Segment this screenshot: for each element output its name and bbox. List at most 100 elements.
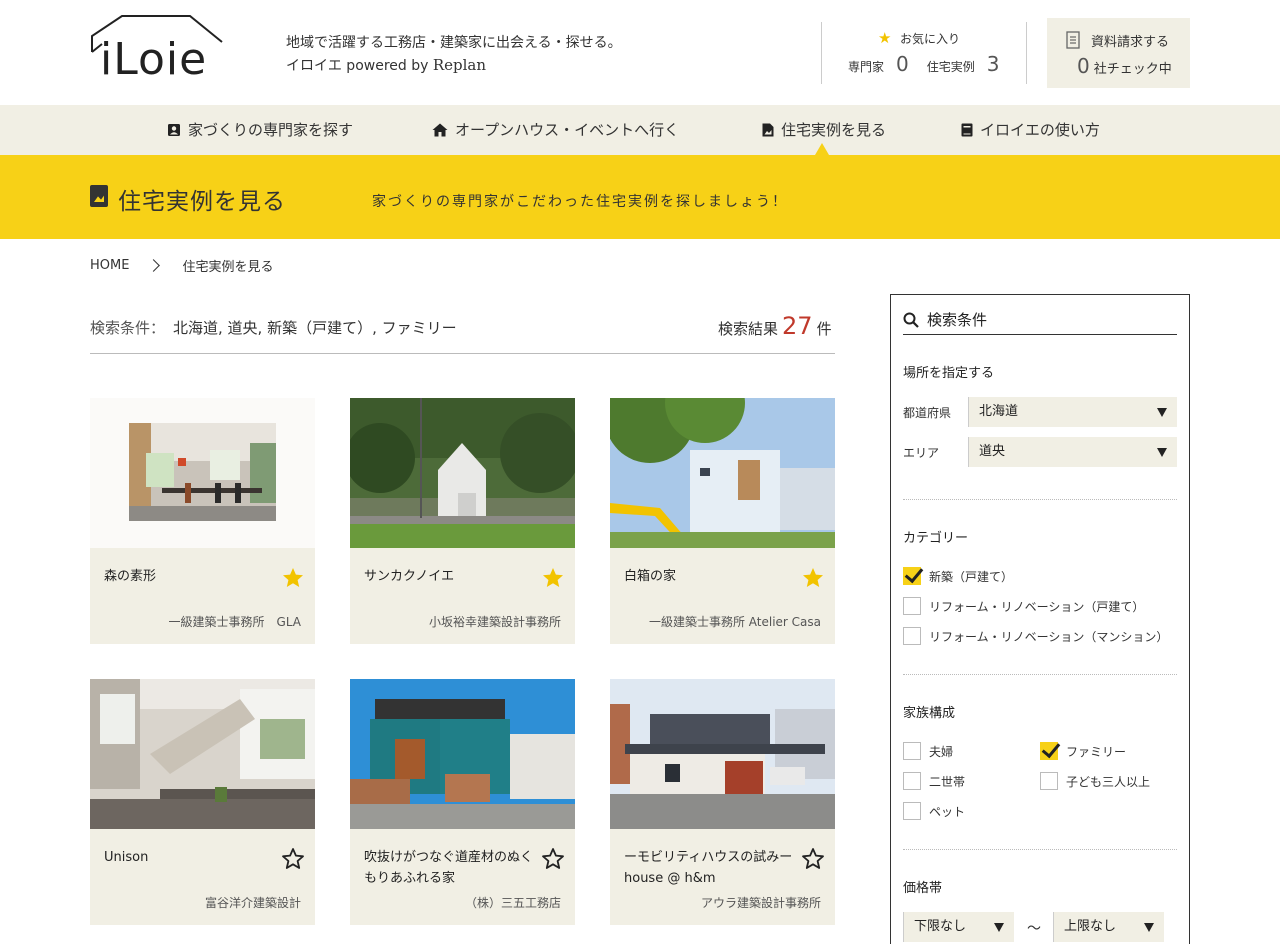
price-range-separator: 〜 <box>1027 921 1041 937</box>
case-card[interactable]: Unison 富谷洋介建築設計 <box>90 679 315 925</box>
prefecture-value: 北海道 <box>979 404 1019 419</box>
checkbox-label: リフォーム・リノベーション（戸建て） <box>929 599 1145 614</box>
case-title[interactable]: 白箱の家 <box>624 566 794 587</box>
favorite-star-outline-icon[interactable] <box>541 847 565 871</box>
checkbox-label: リフォーム・リノベーション（マンション） <box>929 629 1169 644</box>
favorite-star-icon[interactable] <box>801 566 825 590</box>
case-card[interactable]: ーモビリティハウスの試みーhouse @ h&m アウラ建築設計事務所 <box>610 679 835 925</box>
favorites-cases-label: 住宅実例 <box>926 60 975 74</box>
site-logo[interactable]: iLoie <box>90 14 224 88</box>
caret-down-icon <box>1157 408 1167 417</box>
favorite-star-outline-icon[interactable] <box>281 847 305 871</box>
tagline-brand: Replan <box>432 56 487 74</box>
checkbox-icon[interactable] <box>903 597 921 615</box>
case-card[interactable]: 吹抜けがつなぐ道産材のぬくもりあふれる家 （株）三五工務店 <box>350 679 575 925</box>
case-photo[interactable] <box>610 398 835 548</box>
case-office[interactable]: 小坂裕幸建築設計事務所 <box>429 613 561 630</box>
site-header: iLoie 地域で活躍する工務店・建築家に出会える・探せる。 イロイエ powe… <box>0 0 1280 105</box>
price-min-select[interactable]: 下限なし <box>903 912 1014 942</box>
case-title[interactable]: 森の素形 <box>104 566 274 587</box>
search-sidebar: 検索条件 場所を指定する 都道府県 北海道 エリア 道央 カテゴリー 新築（戸建… <box>890 294 1190 944</box>
nav-item-open-house[interactable]: オープンハウス・イベントへ行く <box>432 105 679 155</box>
nav-label: オープンハウス・イベントへ行く <box>455 121 680 139</box>
checkbox-label: 二世帯 <box>929 774 966 789</box>
checkbox-checked-icon[interactable] <box>1040 742 1058 760</box>
checkbox-icon[interactable] <box>903 772 921 790</box>
family-checkbox-family[interactable]: ファミリー <box>1040 742 1126 760</box>
page-title: 住宅実例を見る <box>118 189 286 215</box>
case-photo[interactable] <box>90 679 315 829</box>
case-office[interactable]: 一級建築士事務所 Atelier Casa <box>649 613 821 630</box>
family-checkbox-pet[interactable]: ペット <box>903 802 965 820</box>
case-card-body: 白箱の家 一級建築士事務所 Atelier Casa <box>610 548 835 644</box>
case-photo[interactable] <box>350 398 575 548</box>
search-conditions-summary: 検索条件： 北海道, 道央, 新築（戸建て）, ファミリー <box>90 317 457 338</box>
nav-item-find-experts[interactable]: 家づくりの専門家を探す <box>167 105 353 155</box>
prefecture-select[interactable]: 北海道 <box>968 397 1177 427</box>
favorites-experts-label: 専門家 <box>848 60 885 74</box>
search-icon <box>903 312 919 328</box>
case-office[interactable]: （株）三五工務店 <box>465 894 561 911</box>
person-card-icon <box>168 124 180 136</box>
favorites-cases-count: 3 <box>986 52 1000 76</box>
nav-item-how-to-use[interactable]: イロイエの使い方 <box>961 105 1100 155</box>
checkbox-label: 新築（戸建て） <box>929 569 1014 584</box>
case-card-body: ーモビリティハウスの試みーhouse @ h&m アウラ建築設計事務所 <box>610 829 835 925</box>
case-title[interactable]: 吹抜けがつなぐ道産材のぬくもりあふれる家 <box>364 847 534 889</box>
checkbox-checked-icon[interactable] <box>903 567 921 585</box>
category-checkbox-new-house[interactable]: 新築（戸建て） <box>903 567 1013 585</box>
favorite-star-outline-icon[interactable] <box>801 847 825 871</box>
favorites-title: ★ お気に入り <box>878 30 960 47</box>
main-nav: 家づくりの専門家を探す オープンハウス・イベントへ行く 住宅実例を見る イロイエ… <box>0 105 1280 155</box>
checkbox-icon[interactable] <box>1040 772 1058 790</box>
favorite-star-icon[interactable] <box>541 566 565 590</box>
case-office[interactable]: 富谷洋介建築設計 <box>205 894 301 911</box>
case-photo[interactable] <box>610 679 835 829</box>
case-photo[interactable] <box>350 679 575 829</box>
price-max-select[interactable]: 上限なし <box>1053 912 1164 942</box>
case-card-body: Unison 富谷洋介建築設計 <box>90 829 315 925</box>
caret-down-icon <box>1144 923 1154 932</box>
request-suffix: 社チェック中 <box>1093 62 1172 77</box>
caret-down-icon <box>994 923 1004 932</box>
case-card[interactable]: サンカクノイエ 小坂裕幸建築設計事務所 <box>350 398 575 644</box>
checkbox-icon[interactable] <box>903 802 921 820</box>
case-office[interactable]: 一級建築士事務所 GLA <box>169 613 301 630</box>
checkbox-icon[interactable] <box>903 742 921 760</box>
family-checkbox-couple[interactable]: 夫婦 <box>903 742 953 760</box>
case-title[interactable]: ーモビリティハウスの試みーhouse @ h&m <box>624 847 794 889</box>
result-count: 検索結果 27 件 <box>718 312 832 340</box>
nav-label: イロイエの使い方 <box>980 121 1100 139</box>
sidebar-title: 検索条件 <box>927 311 988 329</box>
case-title[interactable]: Unison <box>104 847 274 868</box>
breadcrumb-home[interactable]: HOME <box>90 258 129 273</box>
case-card[interactable]: 白箱の家 一級建築士事務所 Atelier Casa <box>610 398 835 644</box>
location-section-title: 場所を指定する <box>903 366 995 381</box>
case-title[interactable]: サンカクノイエ <box>364 566 534 587</box>
result-count-number: 27 <box>782 312 813 340</box>
favorites-title-text: お気に入り <box>900 32 961 46</box>
price-min-value: 下限なし <box>914 919 967 934</box>
sidebar-header: 検索条件 <box>903 305 1177 335</box>
favorites-box[interactable]: ★ お気に入り 専門家 0 住宅実例 3 <box>821 22 1027 84</box>
page-banner: 住宅実例を見る 家づくりの専門家がこだわった住宅実例を探しましょう！ <box>0 155 1280 239</box>
family-checkbox-three-children[interactable]: 子ども三人以上 <box>1040 772 1150 790</box>
case-card[interactable]: 森の素形 一級建築士事務所 GLA <box>90 398 315 644</box>
family-checkbox-two-generation[interactable]: 二世帯 <box>903 772 965 790</box>
case-card-body: 森の素形 一級建築士事務所 GLA <box>90 548 315 644</box>
breadcrumb: HOME 住宅実例を見る <box>90 256 273 275</box>
nav-label: 住宅実例を見る <box>781 121 887 139</box>
case-photo[interactable] <box>90 398 315 548</box>
document-icon <box>1066 31 1080 49</box>
chevron-right-icon <box>147 259 161 272</box>
checkbox-icon[interactable] <box>903 627 921 645</box>
category-checkbox-reform-mansion[interactable]: リフォーム・リノベーション（マンション） <box>903 627 1168 645</box>
area-select[interactable]: 道央 <box>968 437 1177 467</box>
checkbox-label: ファミリー <box>1066 744 1127 759</box>
section-divider <box>903 674 1177 675</box>
favorite-star-icon[interactable] <box>281 566 305 590</box>
case-office[interactable]: アウラ建築設計事務所 <box>701 894 821 911</box>
category-checkbox-reform-house[interactable]: リフォーム・リノベーション（戸建て） <box>903 597 1144 615</box>
request-documents-button[interactable]: 資料請求する 0 社チェック中 <box>1047 18 1190 88</box>
case-card-body: 吹抜けがつなぐ道産材のぬくもりあふれる家 （株）三五工務店 <box>350 829 575 925</box>
